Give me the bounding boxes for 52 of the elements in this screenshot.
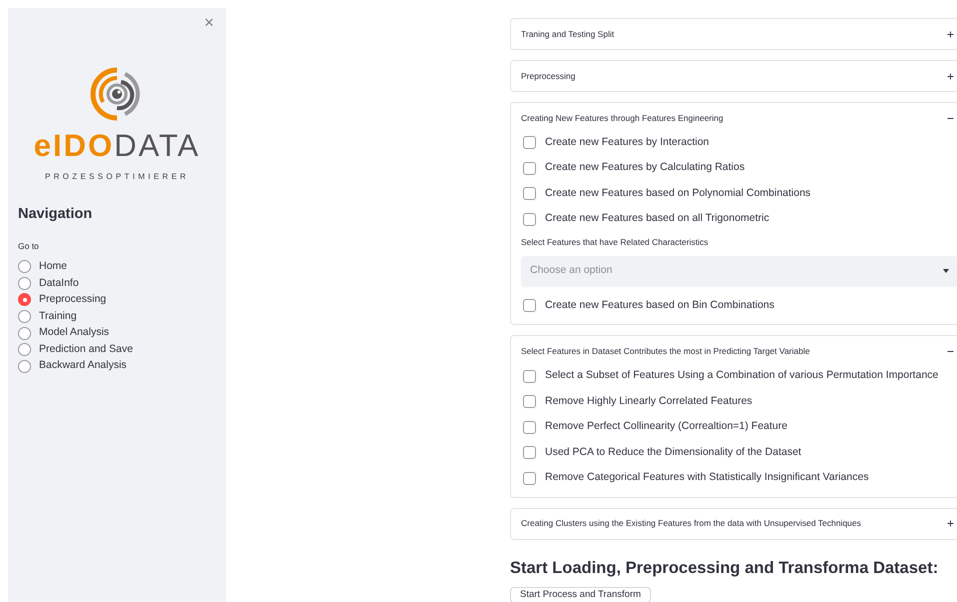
- expander-header[interactable]: Traning and Testing Split: [521, 28, 614, 40]
- nav-radio-option[interactable]: Model Analysis: [18, 324, 216, 342]
- radio-button[interactable]: [18, 276, 31, 290]
- checkbox[interactable]: [523, 212, 536, 226]
- checkbox[interactable]: [523, 136, 536, 150]
- expand-icon[interactable]: [946, 30, 955, 38]
- close-button[interactable]: ×: [204, 14, 214, 31]
- checkbox[interactable]: [523, 187, 536, 200]
- nav-radio-option[interactable]: Home: [18, 258, 216, 276]
- radio-group-label: Go to: [18, 240, 40, 252]
- logo-text: DATA: [114, 130, 200, 161]
- expander-header[interactable]: Creating New Features through Features Engineering: [521, 112, 724, 124]
- checkbox[interactable]: [523, 446, 536, 459]
- logo-text: eIDO: [34, 130, 114, 161]
- checkbox[interactable]: [523, 395, 536, 408]
- checkbox-option[interactable]: Remove Perfect Collinearity (Correaltion=1) Feature: [523, 414, 957, 440]
- radio-button[interactable]: [18, 326, 31, 340]
- checkbox[interactable]: [523, 472, 536, 484]
- logo-tagline: PROZESSOPTIMIERER: [44, 171, 190, 183]
- nav-radio-option[interactable]: Training: [18, 308, 216, 325]
- start-process-button[interactable]: Start Process and Transform: [510, 586, 651, 602]
- expander-header[interactable]: Preprocessing: [521, 70, 576, 82]
- radio-button[interactable]: [18, 260, 31, 274]
- checkbox[interactable]: [523, 420, 536, 434]
- radio-button[interactable]: [18, 310, 31, 324]
- checkbox-option[interactable]: Create new Features based on all Trigonometric: [523, 206, 957, 232]
- dropdown-caret-icon: [943, 269, 949, 274]
- radio-button[interactable]: [18, 360, 31, 373]
- radio-button[interactable]: [18, 343, 31, 356]
- nav-radio-option[interactable]: Preprocessing: [18, 292, 216, 308]
- radio-button[interactable]: [18, 293, 31, 306]
- expander-header[interactable]: Creating Clusters using the Existing Features from the data with Unsupervised Techniques: [521, 517, 862, 530]
- nav-radio-option[interactable]: DataInfo: [18, 275, 216, 292]
- checkbox-option[interactable]: Used PCA to Reduce the Dimensionality of the Dataset: [523, 440, 957, 466]
- checkbox-option[interactable]: Select a Subset of Features Using a Combination of various Permutation Importance: [523, 363, 957, 389]
- nav-radio-option[interactable]: Prediction and Save: [18, 341, 216, 358]
- nav-radio-option[interactable]: Backward Analysis: [18, 358, 216, 375]
- expander-header[interactable]: Select Features in Dataset Contributes the most in Predicting Target Variable: [521, 344, 810, 358]
- section-heading: Start Loading, Preprocessing and Transforma Dataset:: [510, 558, 940, 578]
- expand-icon[interactable]: [946, 519, 955, 528]
- checkbox-option[interactable]: Create new Features by Calculating Ratios: [523, 156, 957, 181]
- checkbox-option[interactable]: Create new Features by Interaction: [523, 130, 957, 156]
- checkbox-option[interactable]: Remove Highly Linearly Correlated Features: [523, 388, 957, 414]
- checkbox[interactable]: [523, 162, 536, 175]
- checkbox-option[interactable]: Remove Categorical Features with Statistically Insignificant Variances: [523, 465, 957, 491]
- select-label: Select Features that have Related Characteristics: [521, 236, 710, 249]
- checkbox-option[interactable]: Create new Features based on Bin Combinations: [523, 292, 957, 318]
- checkbox-option[interactable]: Create new Features based on Polynomial Combinations: [523, 181, 957, 206]
- checkbox[interactable]: [523, 370, 536, 382]
- checkbox[interactable]: [523, 299, 536, 312]
- sidebar-title: Navigation: [18, 205, 94, 224]
- expand-icon[interactable]: [946, 72, 955, 80]
